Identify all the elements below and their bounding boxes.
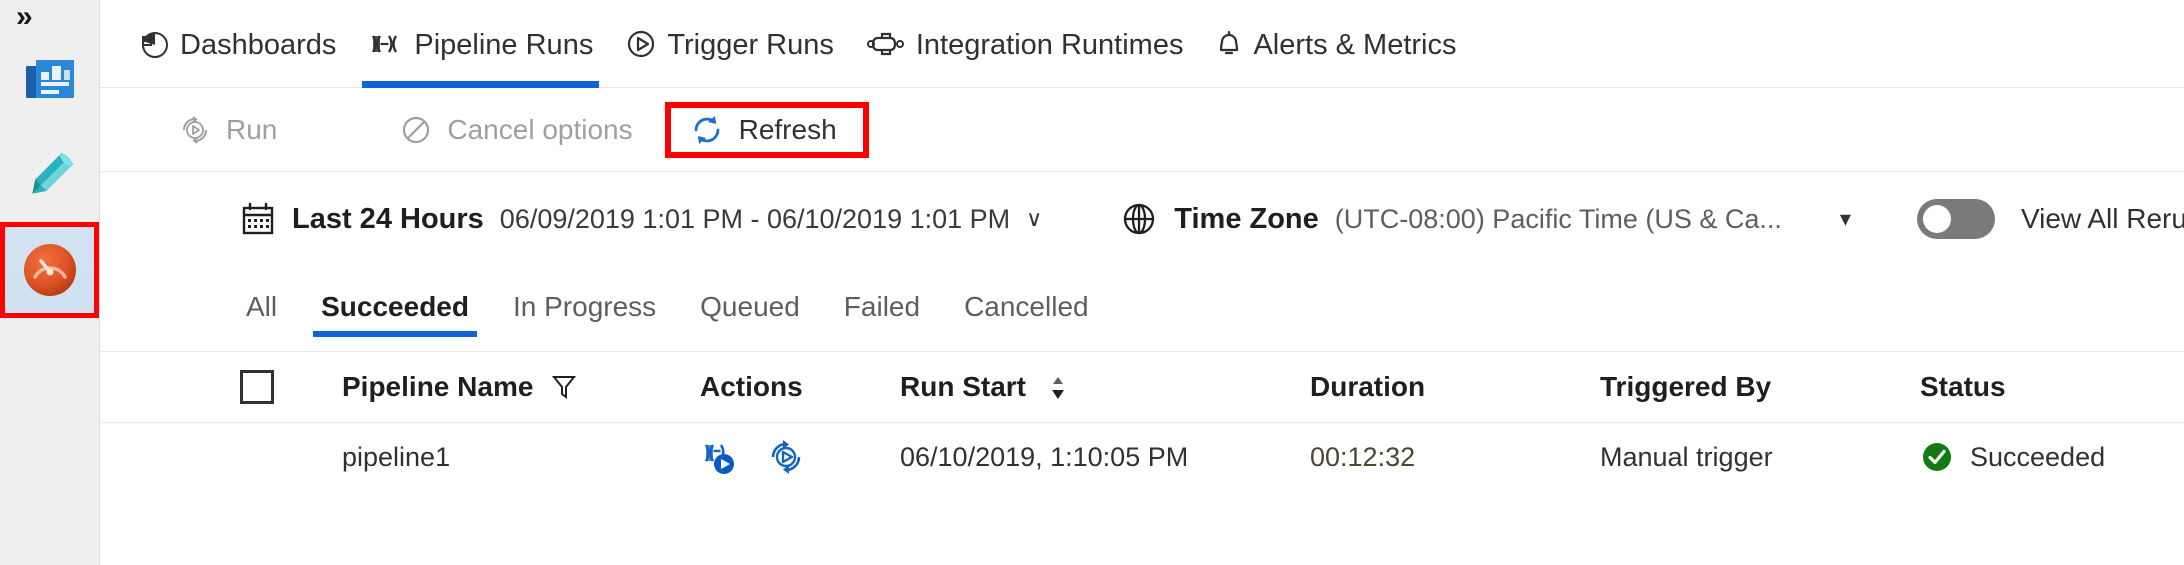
run-icon xyxy=(178,113,212,147)
date-range-picker[interactable]: Last 24 Hours 06/09/2019 1:01 PM - 06/10… xyxy=(240,201,1042,237)
cell-status: Succeeded xyxy=(1920,440,2184,474)
sort-descending-icon[interactable] xyxy=(1048,373,1068,403)
run-label: Run xyxy=(226,113,278,145)
play-circle-icon xyxy=(625,28,657,60)
cancel-options-label: Cancel options xyxy=(447,113,633,145)
pipeline-runs-table: Pipeline Name Actions Run Start Duration… xyxy=(100,351,2184,491)
refresh-label: Refresh xyxy=(738,113,837,145)
timezone-label: Time Zone xyxy=(1174,202,1319,235)
filter-bar: Last 24 Hours 06/09/2019 1:01 PM - 06/10… xyxy=(100,172,2184,267)
column-header-actions: Actions xyxy=(700,371,900,403)
status-tab-failed[interactable]: Failed xyxy=(822,291,942,337)
status-tab-succeeded[interactable]: Succeeded xyxy=(299,291,491,337)
select-all-checkbox[interactable] xyxy=(240,370,274,404)
calendar-icon xyxy=(240,201,276,237)
column-label: Actions xyxy=(700,371,803,402)
column-header-triggered-by: Triggered By xyxy=(1600,371,1920,403)
column-header-status: Status xyxy=(1920,371,2184,403)
tab-label: Dashboards xyxy=(180,28,337,61)
tab-label: Integration Runtimes xyxy=(915,28,1184,61)
chevron-down-icon[interactable]: ∨ xyxy=(1026,206,1042,232)
bell-icon xyxy=(1215,28,1243,60)
cancel-options-button[interactable]: Cancel options xyxy=(381,103,650,157)
pie-chart-icon xyxy=(138,28,170,60)
view-all-reruns-label: View All Reru xyxy=(2020,203,2184,234)
check-circle-filled-icon xyxy=(1920,440,1954,474)
refresh-icon xyxy=(689,112,725,148)
rail-item-monitor[interactable] xyxy=(0,222,99,318)
tab-label: Alerts & Metrics xyxy=(1253,28,1457,61)
status-tab-cancelled[interactable]: Cancelled xyxy=(942,291,1111,337)
date-range-label: Last 24 Hours xyxy=(292,202,484,235)
overview-icon xyxy=(22,52,78,108)
tab-alerts-and-metrics[interactable]: Alerts & Metrics xyxy=(1199,0,1472,88)
status-tab-queued[interactable]: Queued xyxy=(678,291,822,337)
timezone-value: (UTC-08:00) Pacific Time (US & Ca... xyxy=(1334,203,1782,234)
status-tab-in-progress[interactable]: In Progress xyxy=(491,291,678,337)
column-label: Duration xyxy=(1310,371,1426,402)
pipeline-runs-icon xyxy=(368,28,404,60)
tab-label: Trigger Runs xyxy=(667,28,834,61)
cell-actions xyxy=(700,437,900,477)
globe-icon xyxy=(1120,200,1158,238)
column-label: Triggered By xyxy=(1600,371,1772,402)
left-rail: » xyxy=(0,0,100,565)
view-all-reruns-toggle[interactable] xyxy=(1916,199,1995,239)
column-label: Status xyxy=(1920,371,2006,402)
pencil-icon xyxy=(21,147,79,205)
cell-pipeline-name: pipeline1 xyxy=(330,442,700,473)
tab-pipeline-runs[interactable]: Pipeline Runs xyxy=(352,0,609,88)
cell-run-start: 06/10/2019, 1:10:05 PM xyxy=(900,441,1189,472)
tab-label: Pipeline Runs xyxy=(414,28,594,61)
refresh-button[interactable]: Refresh xyxy=(664,101,869,158)
column-header-pipeline-name[interactable]: Pipeline Name xyxy=(330,371,700,403)
status-tab-all[interactable]: All xyxy=(240,291,299,337)
table-header-row: Pipeline Name Actions Run Start Duration… xyxy=(100,351,2184,423)
column-label: Pipeline Name xyxy=(342,371,534,402)
tab-dashboards[interactable]: Dashboards xyxy=(122,0,352,88)
table-row[interactable]: pipeline1 06/10/2019, 1:10:05 PM 00:12:3… xyxy=(100,423,2184,491)
timezone-dropdown-caret-icon[interactable]: ▾ xyxy=(1840,206,1851,232)
tab-integration-runtimes[interactable]: Integration Runtimes xyxy=(850,0,1200,88)
status-text: Succeeded xyxy=(1970,441,2106,472)
column-header-duration: Duration xyxy=(1310,371,1600,403)
cancel-icon xyxy=(399,113,433,147)
monitor-top-nav: Dashboards Pipeline Runs Trigger Runs In… xyxy=(100,0,2184,88)
column-label: Run Start xyxy=(900,370,1026,402)
cell-duration: 00:12:32 xyxy=(1310,441,1416,472)
select-all-header xyxy=(240,370,330,404)
date-range-value: 06/09/2019 1:01 PM - 06/10/2019 1:01 PM xyxy=(499,203,1011,234)
status-filter-tabs: All Succeeded In Progress Queued Failed … xyxy=(100,267,2184,337)
rail-item-author[interactable] xyxy=(0,128,99,224)
filter-icon[interactable] xyxy=(551,373,577,401)
command-bar: Run Cancel options Refresh xyxy=(100,88,2184,172)
view-activity-runs-icon[interactable] xyxy=(700,437,744,477)
pipeline-name-value: pipeline1 xyxy=(342,441,451,472)
tab-trigger-runs[interactable]: Trigger Runs xyxy=(609,0,850,88)
rail-item-overview[interactable] xyxy=(0,32,99,128)
gauge-icon xyxy=(19,239,81,301)
main-content: Dashboards Pipeline Runs Trigger Runs In… xyxy=(100,0,2184,565)
expand-rail-chevron-icon[interactable]: » xyxy=(16,2,33,32)
toggle-knob xyxy=(1922,205,1951,233)
integration-runtime-icon xyxy=(866,28,906,60)
run-button[interactable]: Run xyxy=(160,103,295,157)
cell-triggered-by: Manual trigger xyxy=(1600,441,1773,472)
pipeline-runs-monitor-page: » Dashboards Pipeline Runs Trigger Runs … xyxy=(0,0,2184,565)
rerun-icon[interactable] xyxy=(766,437,806,477)
column-header-run-start[interactable]: Run Start xyxy=(900,371,1310,404)
timezone-picker[interactable]: Time Zone (UTC-08:00) Pacific Time (US &… xyxy=(1120,200,1782,238)
